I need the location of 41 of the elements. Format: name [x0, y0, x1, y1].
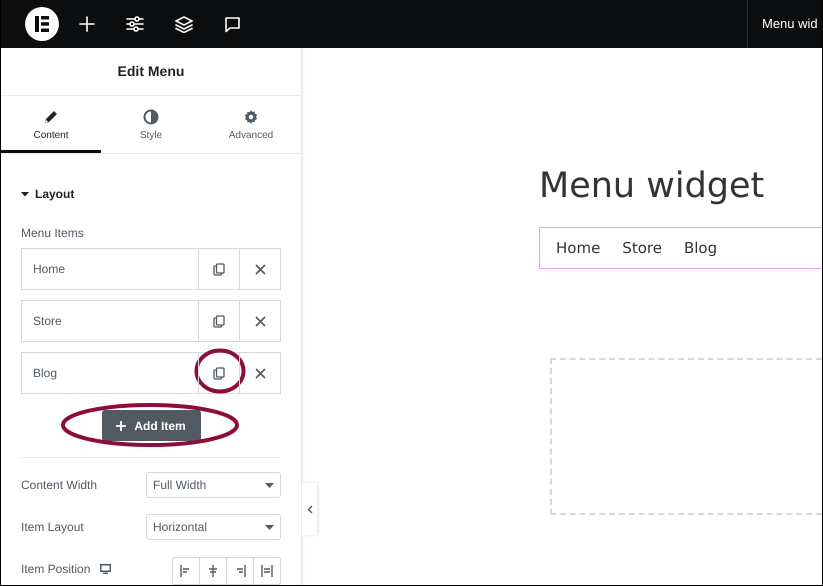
alignment-control[interactable] [172, 557, 281, 585]
section-toggle[interactable]: Layout [21, 186, 281, 202]
pencil-icon [43, 108, 59, 124]
close-icon [254, 368, 266, 378]
copy-icon [213, 262, 225, 276]
plus-icon [116, 420, 126, 430]
caret-down-icon [21, 190, 29, 198]
desktop-icon[interactable] [100, 564, 112, 574]
align-left-icon [180, 565, 192, 577]
add-item-button[interactable]: Add Item [102, 410, 200, 441]
field-label: Item Layout [21, 520, 84, 534]
nav-link[interactable]: Store [622, 239, 662, 257]
logo-icon[interactable] [25, 7, 59, 41]
panel-tab[interactable]: Advanced [201, 96, 301, 153]
layers-icon[interactable] [175, 16, 193, 32]
copy-icon [213, 366, 225, 380]
panel-tab[interactable]: Style [101, 96, 201, 153]
caret-down-icon [265, 482, 274, 488]
field-label: Menu Items [21, 226, 85, 240]
panel-tab[interactable]: Content [1, 96, 101, 153]
field-label: Content Width [21, 478, 98, 492]
copy-icon [213, 314, 225, 328]
nav-link[interactable]: Home [556, 239, 600, 257]
close-icon [254, 264, 266, 274]
close-icon [254, 316, 266, 326]
align-justify-icon [261, 565, 273, 577]
dropdown-field[interactable]: Full Width [146, 472, 281, 498]
chevron-left-icon [306, 504, 312, 514]
panel-title: Edit Menu [1, 48, 301, 96]
sliders-icon[interactable] [126, 16, 144, 32]
page-heading: Menu widget [539, 165, 766, 208]
gear-icon [243, 108, 259, 124]
dropdown-field[interactable]: Horizontal [146, 514, 281, 540]
chat-icon[interactable] [224, 16, 241, 32]
align-right-icon [234, 565, 246, 577]
plus-icon[interactable] [79, 16, 95, 32]
nav-link[interactable]: Blog [684, 239, 718, 257]
contrast-icon [143, 108, 159, 124]
align-center-icon [207, 565, 219, 577]
field-label: Item Position [21, 562, 90, 576]
caret-down-icon [265, 524, 274, 530]
